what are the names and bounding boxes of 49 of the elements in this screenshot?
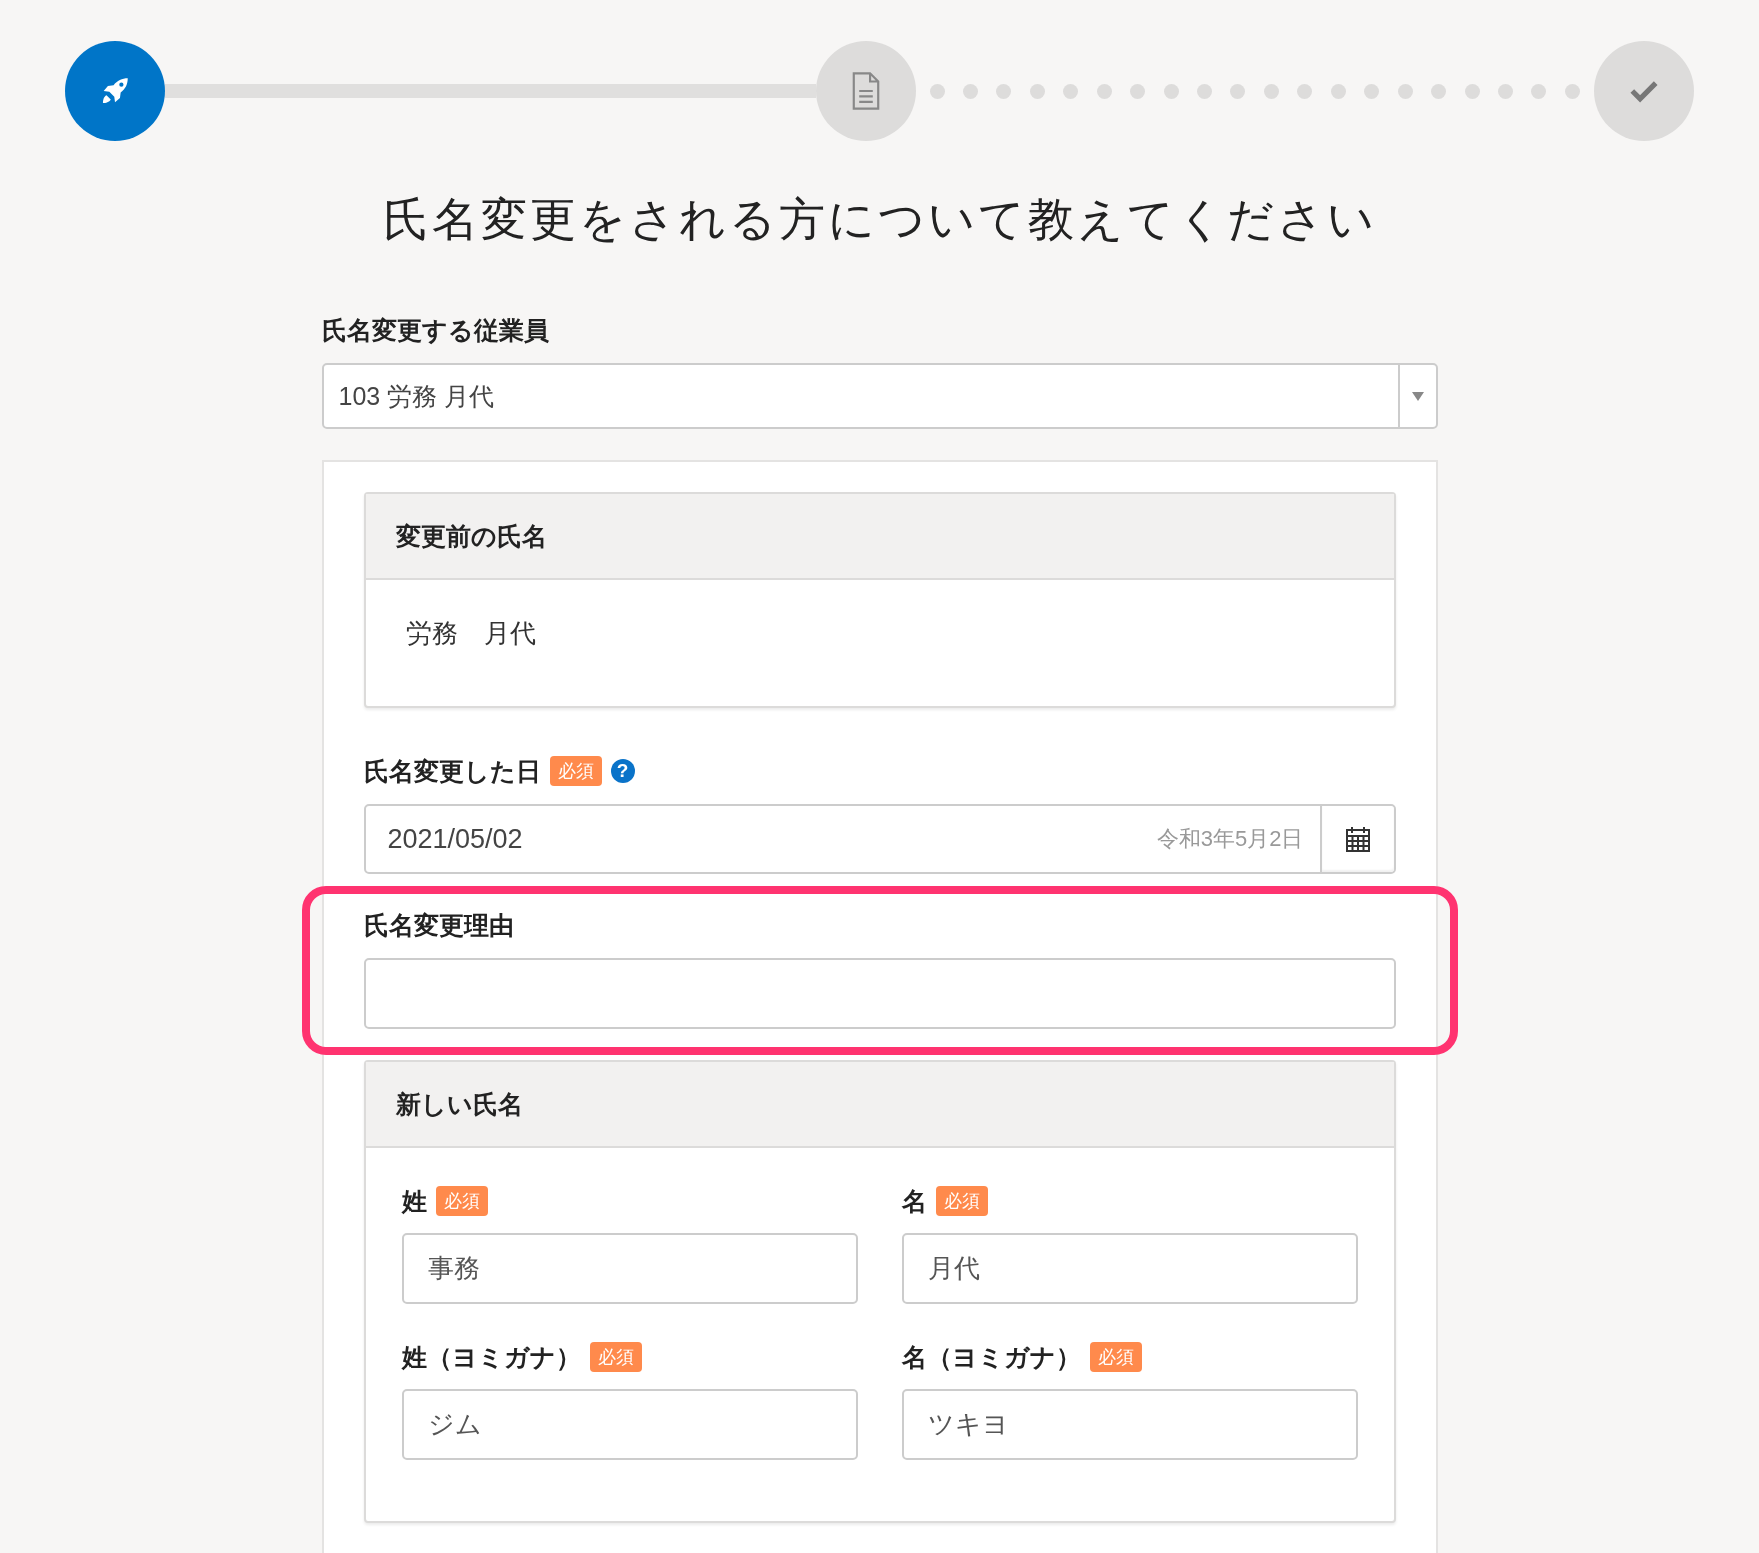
calendar-button[interactable]	[1319, 806, 1394, 872]
field-label: 氏名変更理由	[363, 909, 514, 941]
progress-dot	[1063, 83, 1079, 99]
previous-name-text: 労務 月代	[405, 618, 536, 648]
progress-dot	[1163, 83, 1179, 99]
text-field[interactable]: 事務	[401, 1233, 858, 1304]
page-title: 氏名変更をされる方について教えてください	[381, 192, 1378, 247]
field-label: 姓（ヨミガナ）	[401, 1341, 581, 1373]
field-label: 氏名変更した日	[363, 755, 541, 787]
progress-dot	[996, 83, 1012, 99]
text-field[interactable]: ジム	[401, 1389, 858, 1460]
progress-dot	[1263, 83, 1279, 99]
progress-dot	[962, 83, 978, 99]
progress-dot	[1364, 83, 1380, 99]
progress-dot	[1330, 83, 1346, 99]
panel-heading: 新しい氏名	[365, 1062, 1394, 1148]
text-field[interactable]: 月代	[901, 1233, 1358, 1304]
required-badge: 必須	[1089, 1342, 1142, 1372]
progress-dot	[1130, 83, 1146, 99]
progress-dot	[1029, 83, 1045, 99]
progress-dot	[1096, 83, 1112, 99]
progress-dot	[1531, 83, 1547, 99]
employee-dropdown[interactable]: 103 労務 月代	[321, 363, 1438, 429]
progress-dot	[1397, 83, 1413, 99]
required-badge: 必須	[935, 1186, 988, 1216]
progress-dot	[1464, 83, 1480, 99]
date-input[interactable]: 2021/05/02	[365, 806, 1157, 872]
progress-dot	[1230, 83, 1246, 99]
text-field[interactable]	[363, 958, 1396, 1029]
required-badge: 必須	[549, 756, 602, 786]
field-label: 名	[901, 1185, 927, 1217]
help-icon[interactable]: ?	[610, 759, 635, 783]
panel-heading: 変更前の氏名	[365, 494, 1394, 580]
progress-dot	[1564, 83, 1580, 99]
progress-dot	[1497, 83, 1513, 99]
text-field[interactable]: ツキヨ	[901, 1389, 1358, 1460]
progress-dot	[1197, 83, 1212, 99]
progress-dot	[1431, 83, 1447, 99]
era-date-text: 令和3年5月2日	[1156, 825, 1305, 853]
field-label: 姓	[401, 1185, 427, 1217]
calendar-icon	[1344, 825, 1371, 853]
field-label: 名（ヨミガナ）	[901, 1341, 1081, 1373]
required-badge: 必須	[435, 1186, 488, 1216]
field-label: 氏名変更する従業員	[321, 314, 549, 346]
caret-icon	[1411, 391, 1424, 401]
progress-dot	[1297, 83, 1313, 99]
required-badge: 必須	[589, 1342, 642, 1372]
progress-dot	[929, 83, 945, 99]
date-picker[interactable]: 2021/05/02 令和3年5月2日	[363, 804, 1396, 874]
